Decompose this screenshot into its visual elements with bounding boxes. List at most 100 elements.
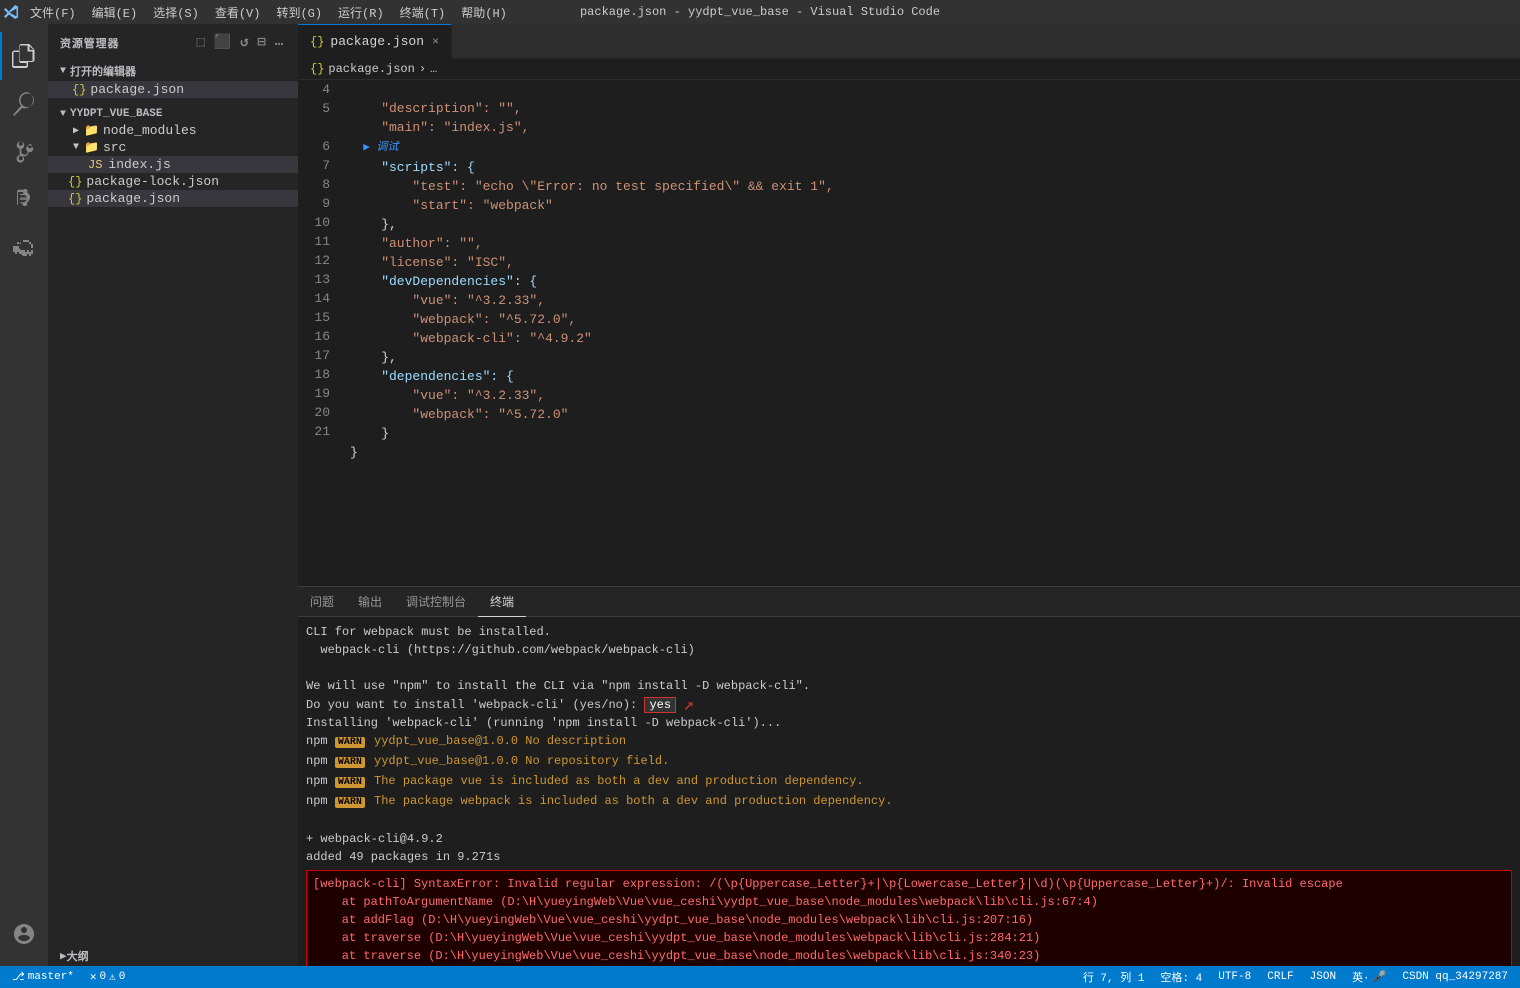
- panel-area: 问题 输出 调试控制台 终端 CLI for webpack must be i…: [298, 586, 1520, 966]
- activity-extensions[interactable]: [0, 224, 48, 272]
- warning-icon: ⚠: [109, 970, 116, 984]
- new-file-icon[interactable]: ⬚: [194, 32, 207, 53]
- encoding-label: UTF-8: [1218, 971, 1251, 983]
- package-json-icon: {}: [68, 192, 82, 206]
- tab-package-json[interactable]: {} package.json ×: [298, 24, 452, 59]
- panel-tab-debug-console[interactable]: 调试控制台: [394, 587, 478, 617]
- breadcrumb-file[interactable]: package.json: [328, 62, 414, 76]
- more-actions-icon[interactable]: …: [273, 32, 286, 53]
- status-language[interactable]: JSON: [1306, 971, 1340, 983]
- activity-search[interactable]: [0, 80, 48, 128]
- editor-content[interactable]: 4 5 6 7 8 9 10 11 12 13 14 15 16 17 18: [298, 80, 1520, 586]
- status-bar: ⎇ master* ✕ 0 ⚠ 0 行 7, 列 1 空格: 4 UTF-8 C…: [0, 966, 1520, 988]
- file-package-json[interactable]: {} package.json: [48, 190, 298, 207]
- error-count: 0: [100, 971, 107, 983]
- menu-file[interactable]: 文件(F): [22, 0, 84, 24]
- menu-goto[interactable]: 转到(G): [268, 0, 330, 24]
- outline-arrow: ▶: [60, 949, 67, 963]
- term-line-yes: Do you want to install 'webpack-cli' (ye…: [306, 695, 1512, 714]
- file-package-lock-json[interactable]: {} package-lock.json: [48, 173, 298, 190]
- collapse-all-icon[interactable]: ⊟: [255, 32, 268, 53]
- terminal-content[interactable]: CLI for webpack must be installed. webpa…: [298, 617, 1520, 966]
- term-line-4: We will use "npm" to install the CLI via…: [306, 677, 1512, 695]
- main-layout: 资源管理器 ⬚ ⬛ ↺ ⊟ … ▼ 打开的编辑器 {} package.json…: [0, 24, 1520, 966]
- status-position[interactable]: 行 7, 列 1: [1079, 969, 1149, 985]
- open-editors-section[interactable]: ▼ 打开的编辑器: [48, 57, 298, 81]
- activity-source-control[interactable]: [0, 128, 48, 176]
- menu-run[interactable]: 运行(R): [330, 0, 392, 24]
- breadcrumb: {} package.json › …: [298, 59, 1520, 80]
- package-json-label: package.json: [86, 191, 180, 206]
- term-yes-answer: yes: [644, 697, 676, 713]
- project-section[interactable]: ▼ YYDPT_VUE_BASE: [48, 102, 298, 122]
- eol-label: CRLF: [1267, 971, 1293, 983]
- activity-explorer[interactable]: [0, 32, 48, 80]
- status-spaces[interactable]: 空格: 4: [1156, 969, 1206, 985]
- term-line-installing: Installing 'webpack-cli' (running 'npm i…: [306, 714, 1512, 732]
- term-error-line-4: at traverse (D:\H\yueyingWeb\Vue\vue_ces…: [313, 929, 1505, 947]
- panel-tab-problems[interactable]: 问题: [298, 587, 346, 617]
- position-label: 行 7, 列 1: [1083, 969, 1145, 985]
- index-js-label: index.js: [108, 157, 170, 172]
- menu-view[interactable]: 查看(V): [207, 0, 269, 24]
- term-error-line-2: at pathToArgumentName (D:\H\yueyingWeb\V…: [313, 893, 1505, 911]
- panel-tab-output[interactable]: 输出: [346, 587, 394, 617]
- tab-close-button[interactable]: ×: [432, 35, 439, 49]
- term-warn-1: npm WARN yydpt_vue_base@1.0.0 No descrip…: [306, 732, 1512, 752]
- folder-icon: 📁: [84, 123, 99, 138]
- term-line-3: [306, 659, 1512, 677]
- panel-tab-terminal[interactable]: 终端: [478, 587, 526, 617]
- file-index-js[interactable]: JS index.js: [48, 156, 298, 173]
- activity-run-debug[interactable]: [0, 176, 48, 224]
- open-editor-item-package-json[interactable]: {} package.json: [48, 81, 298, 98]
- refresh-icon[interactable]: ↺: [238, 32, 251, 53]
- src-folder-icon: 📁: [84, 140, 99, 155]
- breadcrumb-sep: ›: [419, 62, 426, 76]
- menu-terminal[interactable]: 终端(T): [392, 0, 454, 24]
- menu-help[interactable]: 帮助(H): [453, 0, 515, 24]
- term-error-line-1: [webpack-cli] SyntaxError: Invalid regul…: [313, 875, 1505, 893]
- status-branch[interactable]: ⎇ master*: [8, 970, 78, 984]
- term-line-2: webpack-cli (https://github.com/webpack/…: [306, 641, 1512, 659]
- term-blank: [306, 812, 1512, 830]
- open-editors-arrow: ▼: [60, 66, 66, 77]
- sidebar-actions[interactable]: ⬚ ⬛ ↺ ⊟ …: [194, 32, 286, 53]
- sidebar-title: 资源管理器: [60, 35, 119, 51]
- status-right: 行 7, 列 1 空格: 4 UTF-8 CRLF JSON 英· 🎤 CSDN…: [1079, 969, 1512, 985]
- code-editor[interactable]: "description": "", "main": "index.js", ▶…: [342, 80, 1520, 586]
- status-encoding[interactable]: UTF-8: [1214, 971, 1255, 983]
- status-eol[interactable]: CRLF: [1263, 971, 1297, 983]
- folder-src[interactable]: ▼ 📁 src: [48, 139, 298, 156]
- term-warn-3: npm WARN The package vue is included as …: [306, 772, 1512, 792]
- new-folder-icon[interactable]: ⬛: [212, 32, 234, 53]
- line-numbers: 4 5 6 7 8 9 10 11 12 13 14 15 16 17 18: [298, 80, 342, 586]
- warning-count: 0: [119, 971, 126, 983]
- term-added: + webpack-cli@4.9.2: [306, 830, 1512, 848]
- status-ime[interactable]: 英· 🎤: [1348, 969, 1390, 985]
- warn-badge-1: WARN: [335, 737, 365, 748]
- file-tree: ▶ 📁 node_modules ▼ 📁 src JS index.js {} …: [48, 122, 298, 942]
- git-branch-label: master*: [28, 971, 74, 983]
- menu-bar[interactable]: 文件(F) 编辑(E) 选择(S) 查看(V) 转到(G) 运行(R) 终端(T…: [22, 0, 515, 24]
- status-left: ⎇ master* ✕ 0 ⚠ 0: [8, 970, 129, 984]
- term-warn-2: npm WARN yydpt_vue_base@1.0.0 No reposit…: [306, 752, 1512, 772]
- status-errors[interactable]: ✕ 0 ⚠ 0: [86, 970, 129, 984]
- outline-section[interactable]: ▶ 大纲: [48, 942, 298, 966]
- term-error-block: [webpack-cli] SyntaxError: Invalid regul…: [306, 870, 1512, 966]
- folder-node-modules[interactable]: ▶ 📁 node_modules: [48, 122, 298, 139]
- mic-icon: 🎤: [1373, 970, 1387, 984]
- term-error-line-5: at traverse (D:\H\yueyingWeb\Vue\vue_ces…: [313, 947, 1505, 965]
- language-label: JSON: [1310, 971, 1336, 983]
- activity-account[interactable]: [0, 910, 48, 958]
- warn-badge-4: WARN: [335, 797, 365, 808]
- sidebar: 资源管理器 ⬚ ⬛ ↺ ⊟ … ▼ 打开的编辑器 {} package.json…: [48, 24, 298, 966]
- menu-select[interactable]: 选择(S): [145, 0, 207, 24]
- src-label: src: [103, 140, 126, 155]
- menu-edit[interactable]: 编辑(E): [84, 0, 146, 24]
- json-icon: {}: [72, 83, 86, 97]
- term-warn-4: npm WARN The package webpack is included…: [306, 792, 1512, 812]
- status-csdn[interactable]: CSDN qq_34297287: [1398, 971, 1512, 983]
- open-editors-label: 打开的编辑器: [70, 63, 136, 79]
- term-line-1: CLI for webpack must be installed.: [306, 623, 1512, 641]
- tab-bar: {} package.json ×: [298, 24, 1520, 59]
